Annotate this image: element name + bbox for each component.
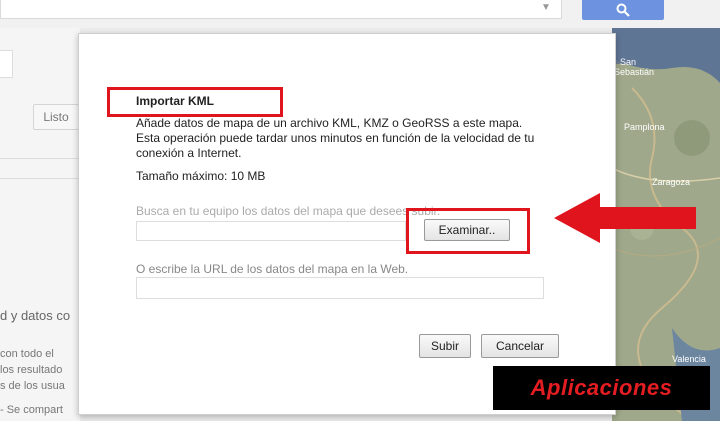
panel-text: con todo el <box>0 348 54 360</box>
browse-label: Busca en tu equipo los datos del mapa qu… <box>136 204 441 218</box>
url-input[interactable] <box>136 277 544 299</box>
search-icon <box>616 3 630 17</box>
panel-heading: d y datos co <box>0 308 71 323</box>
divider <box>0 178 80 179</box>
map-label: Pamplona <box>624 122 665 132</box>
dialog-title: Importar KML <box>136 94 214 108</box>
search-button[interactable] <box>582 0 664 20</box>
left-panel: Listo d y datos co con todo el los resul… <box>0 28 80 421</box>
file-input[interactable] <box>136 221 406 241</box>
dropdown-caret-icon[interactable]: ▼ <box>541 2 551 13</box>
red-arrow-icon <box>554 193 696 243</box>
panel-text: s de los usua <box>0 380 65 392</box>
map-label: Sebastián <box>614 67 654 77</box>
map-label: San <box>620 57 636 67</box>
watermark-text: Aplicaciones <box>530 375 673 400</box>
left-tab[interactable] <box>0 50 13 78</box>
divider <box>0 158 80 159</box>
map-label: Zaragoza <box>652 177 690 187</box>
top-bar: ▼ <box>0 0 720 28</box>
max-size-text: Tamaño máximo: 10 MB <box>136 169 266 183</box>
upload-button[interactable]: Subir <box>419 334 471 358</box>
watermark-badge: Aplicaciones <box>493 366 710 410</box>
import-kml-dialog: Importar KML Añade datos de mapa de un a… <box>78 33 616 415</box>
panel-text: - Se compart <box>0 404 63 416</box>
cancel-button[interactable]: Cancelar <box>481 334 559 358</box>
url-label: O escribe la URL de los datos del mapa e… <box>136 262 409 276</box>
map-label: Valencia <box>672 354 706 364</box>
search-input[interactable]: ▼ <box>0 0 562 19</box>
list-button[interactable]: Listo <box>33 104 79 130</box>
dialog-description: Añade datos de mapa de un archivo KML, K… <box>136 116 535 160</box>
browse-button[interactable]: Examinar.. <box>424 219 510 241</box>
panel-text: los resultado <box>0 364 63 376</box>
